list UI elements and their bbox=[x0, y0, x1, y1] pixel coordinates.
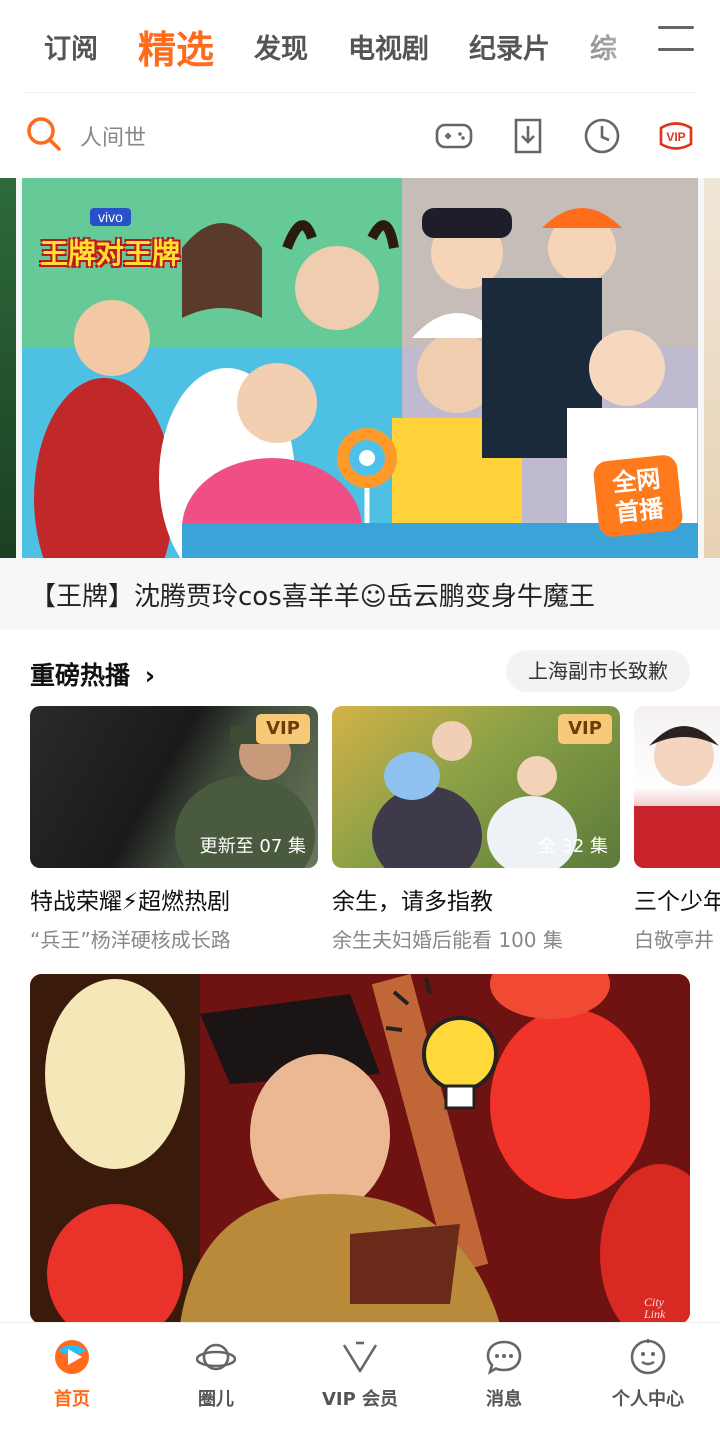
show-card[interactable]: 三个少年 白敬亭井 bbox=[634, 706, 720, 953]
premiere-badge-text: 全网首播 bbox=[611, 464, 665, 528]
show-title: 特战荣耀⚡超燃热剧 bbox=[30, 889, 231, 915]
tab-tv-series[interactable]: 电视剧 bbox=[348, 27, 429, 66]
show-subtitle: 余生夫妇婚后能看 100 集 bbox=[332, 928, 563, 952]
vip-icon[interactable]: VIP bbox=[656, 116, 696, 156]
tabs-fade bbox=[604, 0, 664, 92]
show-title: 三个少年 bbox=[634, 889, 720, 915]
nav-vip-label: VIP 会员 bbox=[321, 1389, 399, 1410]
planet-icon bbox=[196, 1343, 236, 1371]
hot-shows-row: VIP 更新至 07 集 特战荣耀⚡超燃热剧 “兵王”杨洋硬核成长路 VIP 全… bbox=[30, 706, 720, 956]
nav-messages[interactable]: 消息 bbox=[432, 1323, 576, 1445]
vip-badge: VIP bbox=[256, 714, 310, 744]
section-title-text: 重磅热播 bbox=[30, 661, 131, 690]
nav-home[interactable]: 首页 bbox=[0, 1323, 144, 1445]
download-icon[interactable] bbox=[508, 116, 548, 156]
nav-messages-label: 消息 bbox=[486, 1389, 522, 1410]
show-thumbnail[interactable]: VIP 更新至 07 集 bbox=[30, 706, 318, 868]
prev-banner-peek bbox=[0, 178, 16, 558]
vip-badge: VIP bbox=[558, 714, 612, 744]
search-input[interactable]: 人间世 bbox=[80, 120, 146, 152]
tab-documentary[interactable]: 纪录片 bbox=[469, 27, 550, 66]
tab-featured[interactable]: 精选 bbox=[138, 19, 214, 74]
nav-home-label: 首页 bbox=[54, 1389, 90, 1410]
show-card[interactable]: VIP 全 32 集 余生，请多指教 余生夫妇婚后能看 100 集 bbox=[332, 706, 620, 953]
banner-image[interactable]: vivo 王牌对王牌 全网首播 bbox=[22, 178, 698, 558]
show-thumbnail-art bbox=[634, 726, 720, 868]
nav-circle-label: 圈儿 bbox=[198, 1389, 234, 1410]
vip-v-icon bbox=[342, 1341, 378, 1373]
menu-icon[interactable] bbox=[658, 24, 694, 52]
episode-count: 全 32 集 bbox=[537, 836, 608, 857]
show-subtitle: “兵王”杨洋硬核成长路 bbox=[30, 928, 231, 952]
show-logo: vivo 王牌对王牌 bbox=[40, 206, 190, 306]
home-play-icon bbox=[55, 1340, 89, 1374]
message-icon bbox=[486, 1340, 522, 1375]
search-row: 人间世 VIP bbox=[0, 100, 720, 170]
bottom-tab-bar: 首页 圈儿 VIP 会员 消息 个人中心 bbox=[0, 1322, 720, 1445]
profile-icon bbox=[630, 1339, 666, 1375]
premiere-badge: 全网首播 bbox=[592, 453, 684, 539]
show-title: 余生，请多指教 bbox=[332, 889, 493, 915]
divider bbox=[26, 92, 694, 93]
trending-search-pill[interactable]: 上海副市长致歉 bbox=[506, 650, 690, 692]
hero-banner[interactable]: vivo 王牌对王牌 全网首播 【王牌】沈腾贾玲cos喜羊羊☺岳云鹏变身牛魔王 bbox=[0, 178, 720, 630]
episode-count: 更新至 07 集 bbox=[199, 836, 306, 857]
banner-caption[interactable]: 【王牌】沈腾贾玲cos喜羊羊☺岳云鹏变身牛魔王 bbox=[30, 576, 595, 613]
search-icon[interactable] bbox=[26, 116, 62, 152]
feature-illustration bbox=[30, 974, 690, 1324]
show-card[interactable]: VIP 更新至 07 集 特战荣耀⚡超燃热剧 “兵王”杨洋硬核成长路 bbox=[30, 706, 318, 953]
next-banner-peek bbox=[704, 178, 720, 558]
nav-circle[interactable]: 圈儿 bbox=[144, 1323, 288, 1445]
svg-text:VIP: VIP bbox=[666, 130, 685, 144]
show-thumbnail[interactable]: VIP 全 32 集 bbox=[332, 706, 620, 868]
nav-profile[interactable]: 个人中心 bbox=[576, 1323, 720, 1445]
tab-subscribe[interactable]: 订阅 bbox=[44, 27, 98, 66]
sponsor-logo: vivo bbox=[90, 208, 131, 226]
tab-discover[interactable]: 发现 bbox=[254, 27, 308, 66]
show-thumbnail[interactable] bbox=[634, 706, 720, 868]
gamepad-icon[interactable] bbox=[434, 116, 474, 156]
feature-video[interactable]: City Link bbox=[30, 974, 690, 1324]
show-subtitle: 白敬亭井 bbox=[634, 928, 714, 952]
show-logo-text: 王牌对王牌 bbox=[40, 237, 181, 270]
history-icon[interactable] bbox=[582, 116, 622, 156]
watermark: City Link bbox=[644, 1295, 666, 1321]
nav-vip[interactable]: VIP 会员 bbox=[288, 1323, 432, 1445]
section-title[interactable]: 重磅热播 › bbox=[30, 656, 155, 692]
chevron-right-icon: › bbox=[144, 661, 156, 690]
nav-profile-label: 个人中心 bbox=[612, 1389, 684, 1410]
